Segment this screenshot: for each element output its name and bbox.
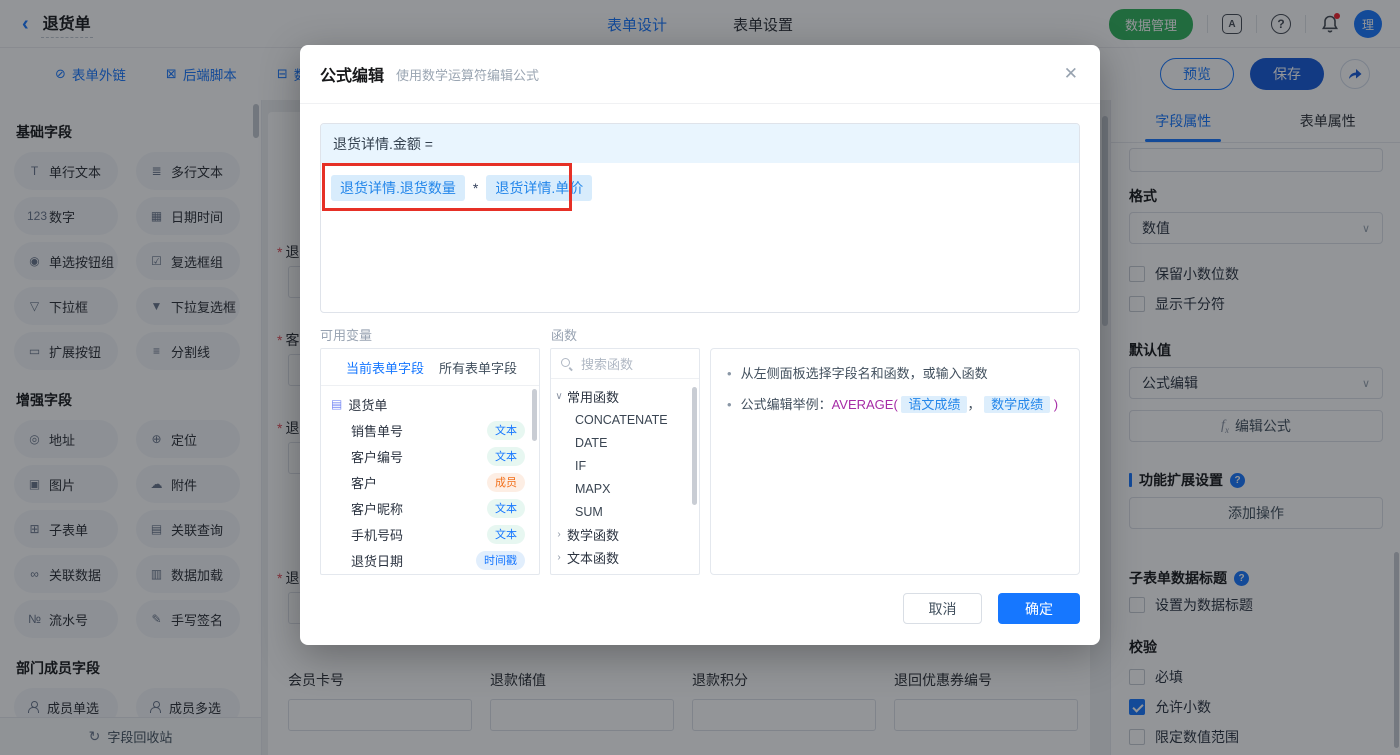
function-item-CONCATENATE[interactable]: CONCATENATE (551, 408, 699, 431)
variables-panel: 当前表单字段 所有表单字段 ▤ 退货单 销售单号 文本 客户编号 文本 客户 成员 客户昵称 文本… (320, 348, 540, 575)
variable-item-手机号码[interactable]: 手机号码 文本 (321, 521, 539, 547)
bullet: • (727, 396, 732, 412)
variable-type-badge: 文本 (487, 498, 525, 518)
variable-name: 客户 (351, 475, 378, 491)
variable-name: 客户昵称 (351, 501, 404, 517)
function-search-placeholder: 搜索函数 (581, 357, 634, 372)
tab-current-form-fields[interactable]: 当前表单字段 (346, 358, 424, 377)
variable-type-badge: 时间戳 (476, 550, 525, 570)
functions-scrollbar[interactable] (692, 387, 697, 505)
function-item-SUM[interactable]: SUM (551, 500, 699, 523)
variable-type-badge: 文本 (487, 446, 525, 466)
formula-operator: * (472, 180, 479, 196)
document-icon: ▤ (331, 397, 343, 411)
functions-panel: 搜索函数 ∨ 常用函数 CONCATENATE DATE IF MAPX SUM › 数学函数 ›… (550, 348, 700, 575)
function-search-input[interactable]: 搜索函数 (551, 349, 699, 379)
variables-label: 可用变量 (320, 328, 373, 343)
example-field-chip: 数学成绩 (984, 395, 1051, 413)
chevron-right-icon: › (557, 529, 561, 540)
variable-tree-root[interactable]: ▤ 退货单 (321, 391, 539, 417)
chevron-down-icon: ∨ (555, 391, 563, 402)
variables-scrollbar[interactable] (532, 389, 537, 441)
function-item-MAPX[interactable]: MAPX (551, 477, 699, 500)
variable-name: 销售单号 (351, 423, 404, 439)
confirm-button[interactable]: 确定 (998, 593, 1080, 624)
help-line-1: 从左侧面板选择字段名和函数，或输入函数 (740, 366, 988, 381)
formula-editor-modal: 公式编辑 使用数学运算符编辑公式 ✕ 退货详情.金额 = 退货详情.退货数量 * 退… (300, 45, 1100, 645)
help-line-2: 公式编辑举例：AVERAGE( 语文成绩， 数学成绩 ) (740, 395, 1059, 413)
variable-item-客户编号[interactable]: 客户编号 文本 (321, 443, 539, 469)
formula-help-panel: • 从左侧面板选择字段名和函数，或输入函数 • 公式编辑举例：AVERAGE( … (710, 348, 1080, 575)
variable-item-退货日期[interactable]: 退货日期 时间戳 (321, 547, 539, 573)
function-item-DATE[interactable]: DATE (551, 431, 699, 454)
example-field-chip: 语文成绩 (901, 395, 968, 413)
function-group-label: 文本函数 (567, 551, 620, 566)
function-group-文本函数[interactable]: › 文本函数 (551, 546, 699, 569)
function-group-数学函数[interactable]: › 数学函数 (551, 523, 699, 546)
variable-name: 客户编号 (351, 449, 404, 465)
variable-name: 退货日期 (351, 553, 404, 569)
variable-type-badge: 成员 (487, 472, 525, 492)
tab-all-form-fields[interactable]: 所有表单字段 (439, 358, 517, 377)
cancel-button[interactable]: 取消 (903, 593, 982, 624)
formula-target: 退货详情.金额 = (321, 124, 1079, 163)
function-group-常用函数[interactable]: ∨ 常用函数 (551, 385, 699, 408)
variable-item-客户昵称[interactable]: 客户昵称 文本 (321, 495, 539, 521)
formula-editor-box[interactable]: 退货详情.金额 = 退货详情.退货数量 * 退货详情.单价 (320, 123, 1080, 313)
search-icon (561, 357, 573, 370)
close-icon[interactable]: ✕ (1064, 65, 1078, 82)
variable-item-客户[interactable]: 客户 成员 (321, 469, 539, 495)
modal-subtitle: 使用数学运算符编辑公式 (396, 67, 540, 83)
chevron-right-icon: › (557, 552, 561, 563)
formula-field-token[interactable]: 退货详情.退货数量 (331, 175, 465, 201)
variable-item-销售单号[interactable]: 销售单号 文本 (321, 417, 539, 443)
function-group-label: 常用函数 (567, 390, 620, 405)
variable-type-badge: 文本 (487, 524, 525, 544)
function-item-IF[interactable]: IF (551, 454, 699, 477)
formula-field-token[interactable]: 退货详情.单价 (486, 175, 593, 201)
variable-type-badge: 文本 (487, 420, 525, 440)
tree-root-label: 退货单 (348, 397, 388, 413)
modal-title: 公式编辑 (320, 68, 385, 85)
functions-label: 函数 (551, 328, 578, 343)
bullet: • (727, 366, 732, 381)
variable-name: 手机号码 (351, 527, 404, 543)
function-group-label: 数学函数 (567, 528, 620, 543)
form-designer-app: ‹ 退货单 表单设计 表单设置 数据管理 A ? 理 ⊘表单外链⊠后端脚本⊟数据… (0, 0, 1400, 755)
